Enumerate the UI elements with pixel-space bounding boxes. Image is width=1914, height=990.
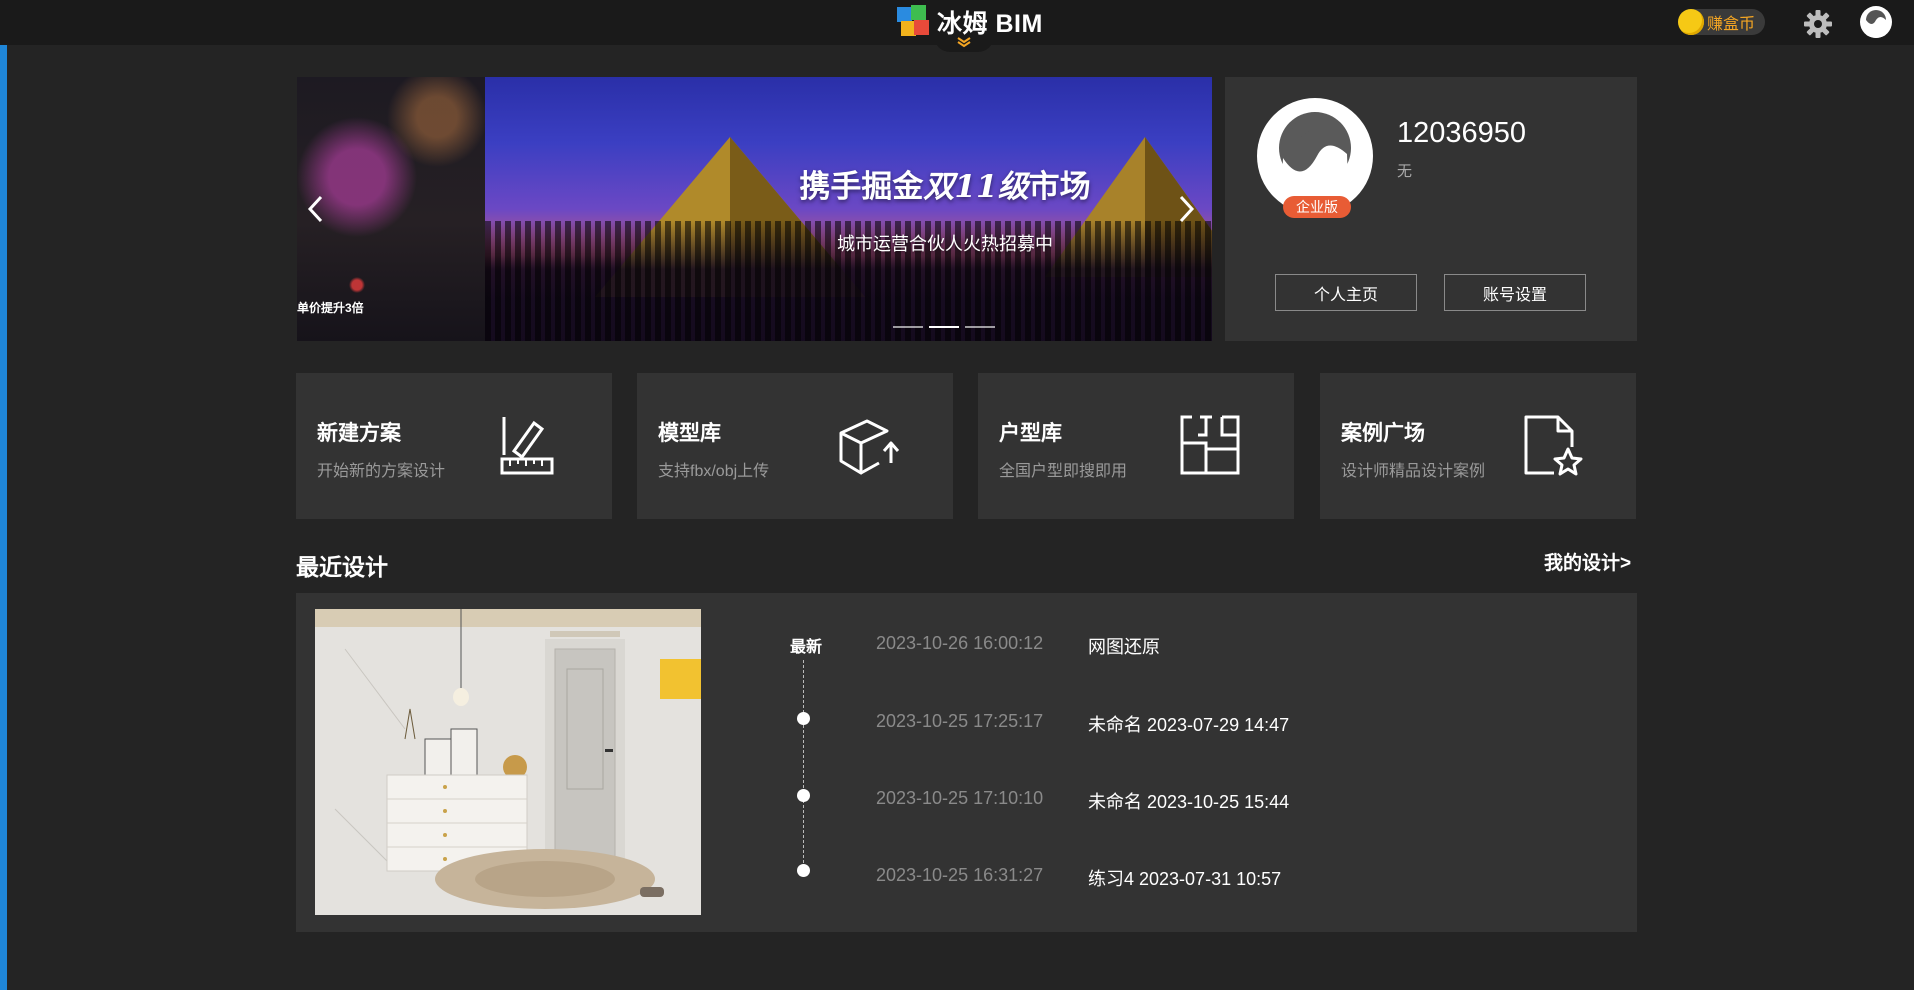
collapse-tab[interactable] <box>934 36 994 52</box>
earn-coin-button[interactable]: 赚盒币 <box>1678 9 1766 35</box>
carousel-dot[interactable] <box>893 326 923 328</box>
coin-label: 赚盒币 <box>1707 16 1756 33</box>
account-settings-button[interactable]: 账号设置 <box>1444 274 1586 311</box>
card-title: 模型库 <box>658 422 721 445</box>
profile-card: 企业版 12036950 无 个人主页 账号设置 <box>1225 77 1637 341</box>
chevron-right-icon[interactable] <box>1175 194 1197 224</box>
recent-designs-title: 最近设计 <box>296 554 388 580</box>
gear-icon[interactable] <box>1803 9 1833 39</box>
banner-subtitle: 城市运营合伙人火热招募中 <box>837 234 1053 254</box>
card-title: 案例广场 <box>1341 422 1425 445</box>
box-upload-icon <box>839 419 900 475</box>
avatar-icon <box>1866 10 1886 38</box>
timeline-dot <box>797 789 810 802</box>
user-description: 无 <box>1397 163 1413 180</box>
chevron-down-icon <box>957 37 971 48</box>
card-subtitle: 开始新的方案设计 <box>317 463 446 480</box>
card-title: 户型库 <box>999 422 1062 445</box>
card-subtitle: 支持fbx/obj上传 <box>658 463 770 480</box>
timeline-line <box>803 660 804 868</box>
carousel-dot[interactable] <box>965 326 995 328</box>
timeline-dot <box>797 712 810 725</box>
carousel-indicators <box>893 326 995 328</box>
banner-carousel[interactable]: 单价提升3倍 携手掘金双11级市场 城市运营合伙人火热招募中 <box>297 77 1212 341</box>
design-name[interactable]: 未命名 2023-10-25 15:44 <box>1088 788 1289 814</box>
design-time: 2023-10-25 17:25:17 <box>876 711 1044 731</box>
recent-designs-panel: 最新 2023-10-26 16:00:12 网图还原 2023-10-25 1… <box>296 593 1637 932</box>
my-designs-link[interactable]: 我的设计> <box>1544 548 1631 575</box>
file-star-icon <box>1524 415 1583 476</box>
top-bar: 冰姆 BIM 赚盒币 <box>0 0 1914 52</box>
card-title: 新建方案 <box>317 422 401 445</box>
enterprise-badge: 企业版 <box>1283 196 1351 218</box>
design-time: 2023-10-26 16:00:12 <box>876 633 1044 653</box>
design-name[interactable]: 未命名 2023-07-29 14:47 <box>1088 711 1289 737</box>
model-library-card[interactable]: 模型库 支持fbx/obj上传 <box>637 373 953 519</box>
card-subtitle: 全国户型即搜即用 <box>999 463 1128 480</box>
logo-mark-icon <box>897 5 931 39</box>
chevron-left-icon[interactable] <box>305 194 327 224</box>
user-id: 12036950 <box>1397 117 1527 149</box>
user-avatar[interactable] <box>1860 6 1892 38</box>
case-gallery-card[interactable]: 案例广场 设计师精品设计案例 <box>1320 373 1636 519</box>
design-name[interactable]: 练习4 2023-07-31 10:57 <box>1088 865 1281 891</box>
card-subtitle: 设计师精品设计案例 <box>1341 463 1486 480</box>
logo-text: 冰姆 BIM <box>937 10 1043 38</box>
design-time: 2023-10-25 17:10:10 <box>876 788 1044 808</box>
design-thumbnail[interactable] <box>315 609 701 915</box>
coin-icon <box>1678 9 1704 35</box>
design-time: 2023-10-25 16:31:27 <box>876 865 1044 885</box>
new-plan-card[interactable]: 新建方案 开始新的方案设计 <box>296 373 612 519</box>
pencil-ruler-icon <box>500 417 554 475</box>
design-name[interactable]: 网图还原 <box>1088 633 1160 659</box>
timeline-dot <box>797 864 810 877</box>
window-edge-strip <box>0 0 7 990</box>
app-logo[interactable]: 冰姆 BIM <box>897 5 1043 39</box>
floorplan-library-card[interactable]: 户型库 全国户型即搜即用 <box>978 373 1294 519</box>
banner-side-caption: 单价提升3倍 <box>297 301 364 315</box>
latest-label: 最新 <box>790 639 823 656</box>
carousel-dot[interactable] <box>929 326 959 328</box>
banner-title: 携手掘金双11级市场 <box>799 169 1091 205</box>
room-render-image <box>315 609 701 915</box>
banner-slide[interactable]: 携手掘金双11级市场 城市运营合伙人火热招募中 <box>485 77 1212 341</box>
personal-home-button[interactable]: 个人主页 <box>1275 274 1417 311</box>
floorplan-icon <box>1180 415 1240 475</box>
